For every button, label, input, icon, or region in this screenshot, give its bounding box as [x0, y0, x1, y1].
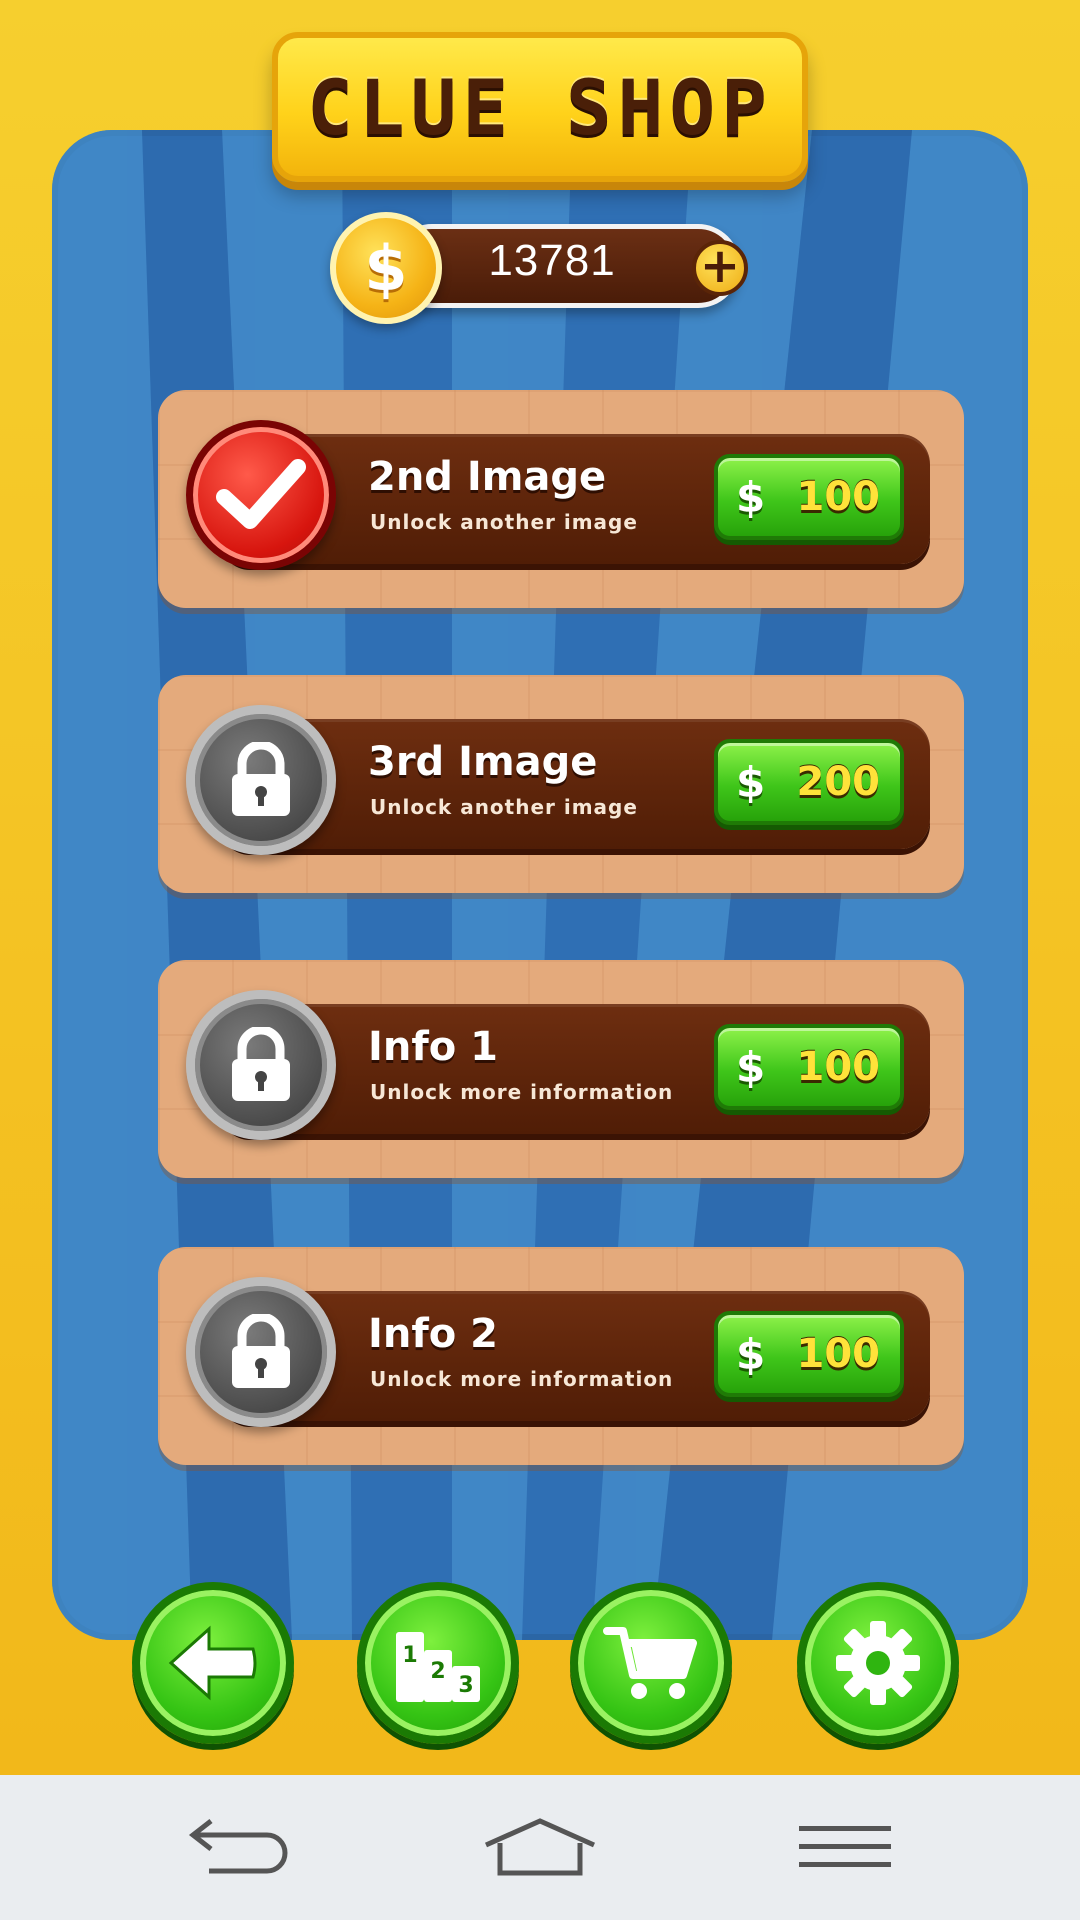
- coin-icon: $: [330, 212, 442, 324]
- dollar-icon: $: [736, 1329, 766, 1379]
- item-description: Unlock more information: [370, 1080, 674, 1104]
- shop-item-info-1: Info 1 Unlock more information $ 100: [158, 960, 964, 1178]
- svg-text:1: 1: [402, 1643, 417, 1668]
- price-value: 100: [796, 474, 881, 520]
- lock-icon: [186, 1277, 336, 1427]
- item-title: 2nd Image: [368, 454, 607, 500]
- lock-icon: [186, 705, 336, 855]
- buy-button[interactable]: $ 100: [714, 1311, 904, 1397]
- item-description: Unlock another image: [370, 795, 638, 819]
- shopping-cart-icon: [603, 1627, 697, 1699]
- back-arrow-icon: [168, 1625, 257, 1701]
- home-icon: [484, 1818, 596, 1876]
- shop-item-3rd-image: 3rd Image Unlock another image $ 200: [158, 675, 964, 893]
- coin-count: 13781: [488, 236, 616, 285]
- title-banner: CLUE SHOP: [272, 32, 808, 182]
- plus-icon: +: [699, 238, 741, 294]
- dollar-icon: $: [736, 472, 766, 522]
- buy-button[interactable]: $ 200: [714, 739, 904, 825]
- gear-icon: [836, 1621, 920, 1705]
- item-title: Info 1: [368, 1024, 498, 1070]
- cart-button[interactable]: [570, 1582, 732, 1744]
- settings-button[interactable]: [797, 1582, 959, 1744]
- price-value: 100: [796, 1044, 881, 1090]
- game-screen: CLUE SHOP $ 13781 + 2nd Image Unlock ano…: [0, 0, 1080, 1775]
- back-icon: [188, 1819, 288, 1874]
- page-title: CLUE SHOP: [307, 62, 773, 152]
- svg-text:3: 3: [458, 1673, 473, 1698]
- price-value: 200: [796, 759, 881, 805]
- svg-text:2: 2: [430, 1659, 445, 1684]
- add-coins-button[interactable]: +: [692, 240, 748, 296]
- buy-button[interactable]: $ 100: [714, 454, 904, 540]
- leaderboard-podium-icon: 1 2 3: [396, 1632, 480, 1702]
- leaderboard-button[interactable]: 1 2 3: [357, 1582, 519, 1744]
- checkmark-icon: [186, 420, 336, 570]
- lock-icon: [186, 990, 336, 1140]
- buy-button[interactable]: $ 100: [714, 1024, 904, 1110]
- dollar-icon: $: [736, 757, 766, 807]
- price-value: 100: [796, 1331, 881, 1377]
- system-back-button[interactable]: [170, 1797, 310, 1897]
- shop-item-info-2: Info 2 Unlock more information $ 100: [158, 1247, 964, 1465]
- dollar-icon: $: [736, 1042, 766, 1092]
- item-description: Unlock another image: [370, 510, 638, 534]
- item-title: 3rd Image: [368, 739, 598, 785]
- shop-item-2nd-image: 2nd Image Unlock another image $ 100: [158, 390, 964, 608]
- back-button[interactable]: [132, 1582, 294, 1744]
- menu-icon: [799, 1826, 891, 1867]
- system-menu-button[interactable]: [775, 1797, 915, 1897]
- item-description: Unlock more information: [370, 1367, 674, 1391]
- item-title: Info 2: [368, 1311, 498, 1357]
- system-nav-bar: [0, 1775, 1080, 1920]
- coin-balance: $ 13781 +: [330, 212, 750, 324]
- system-home-button[interactable]: [470, 1797, 610, 1897]
